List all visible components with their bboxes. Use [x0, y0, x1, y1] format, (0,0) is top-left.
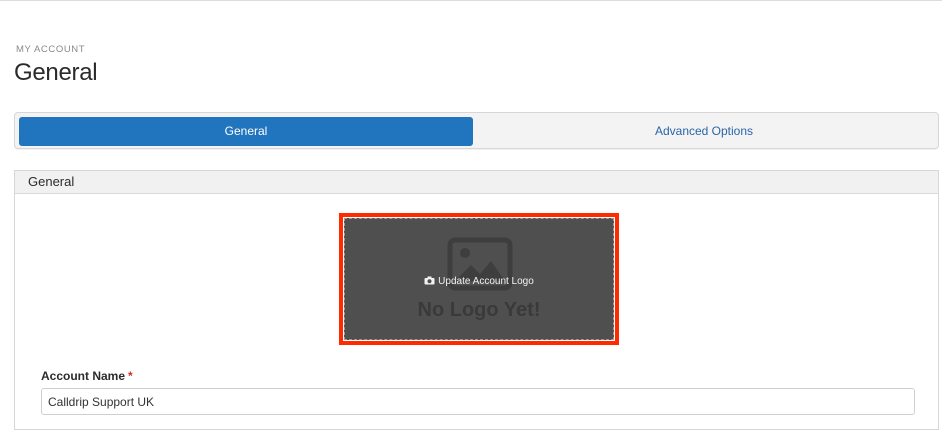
- page-title: General: [14, 59, 98, 86]
- tab-bar: General Advanced Options: [14, 112, 939, 149]
- tab-advanced-options[interactable]: Advanced Options: [473, 117, 935, 146]
- account-name-label: Account Name *: [41, 369, 133, 383]
- update-logo-button[interactable]: Update Account Logo: [345, 276, 613, 287]
- account-name-input[interactable]: [41, 388, 915, 415]
- top-divider: [0, 0, 942, 1]
- account-name-label-text: Account Name: [41, 369, 126, 383]
- breadcrumb: MY ACCOUNT: [16, 44, 86, 55]
- update-logo-label: Update Account Logo: [438, 276, 534, 287]
- logo-highlight-frame: Update Account Logo No Logo Yet!: [339, 213, 619, 345]
- tab-general[interactable]: General: [19, 117, 473, 146]
- general-panel: General Update Account Logo No Logo Yet!…: [14, 170, 939, 430]
- logo-upload-area[interactable]: Update Account Logo No Logo Yet!: [344, 218, 614, 340]
- panel-title: General: [15, 171, 938, 194]
- required-marker: *: [128, 369, 133, 383]
- no-logo-text: No Logo Yet!: [417, 299, 541, 321]
- camera-icon: [424, 276, 435, 285]
